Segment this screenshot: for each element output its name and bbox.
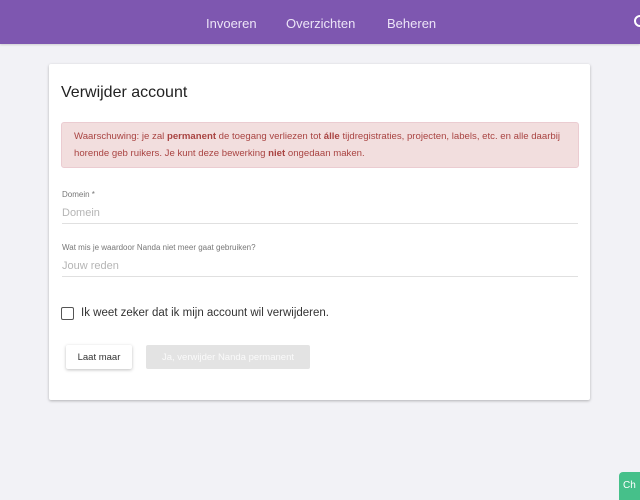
alert-strong-permanent: permanent	[166, 131, 217, 142]
chat-button[interactable]: Ch	[619, 472, 640, 500]
warning-alert: Waarschuwing: je zal permanent de toegan…	[61, 122, 579, 168]
cancel-button[interactable]: Laat maar	[66, 345, 132, 369]
domain-input[interactable]	[62, 205, 578, 224]
user-menu-icon[interactable]	[634, 15, 640, 27]
delete-permanent-button[interactable]: Ja, verwijder Nanda permanent	[146, 345, 310, 369]
reason-label: Wat mis je waardoor Nanda niet meer gaat…	[62, 243, 256, 252]
alert-strong-niet: niet	[268, 148, 286, 159]
confirm-checkbox-row[interactable]: Ik weet zeker dat ik mijn account wil ve…	[61, 305, 329, 321]
alert-text-prefix: Waarschuwing: je zal	[74, 131, 167, 142]
main-nav: Invoeren Overzichten Beheren	[0, 0, 640, 44]
top-navbar: Invoeren Overzichten Beheren	[0, 0, 640, 44]
nav-item-overzichten[interactable]: Overzichten	[286, 16, 355, 31]
alert-text-suffix: ongedaan maken.	[285, 148, 365, 159]
alert-text-middle1: de toegang verliezen tot	[216, 131, 324, 142]
page-title: Verwijder account	[61, 84, 188, 101]
nav-item-beheren[interactable]: Beheren	[387, 16, 436, 31]
reason-field: Wat mis je waardoor Nanda niet meer gaat…	[62, 243, 578, 277]
alert-strong-alle: álle	[323, 131, 340, 142]
domain-label: Domein *	[62, 190, 95, 199]
confirm-label: Ik weet zeker dat ik mijn account wil ve…	[81, 307, 329, 319]
nav-item-invoeren[interactable]: Invoeren	[206, 16, 257, 31]
delete-account-card: Verwijder account Waarschuwing: je zal p…	[49, 64, 590, 400]
confirm-checkbox[interactable]	[61, 306, 74, 320]
reason-input[interactable]	[62, 258, 578, 277]
domain-field: Domein *	[62, 190, 578, 224]
